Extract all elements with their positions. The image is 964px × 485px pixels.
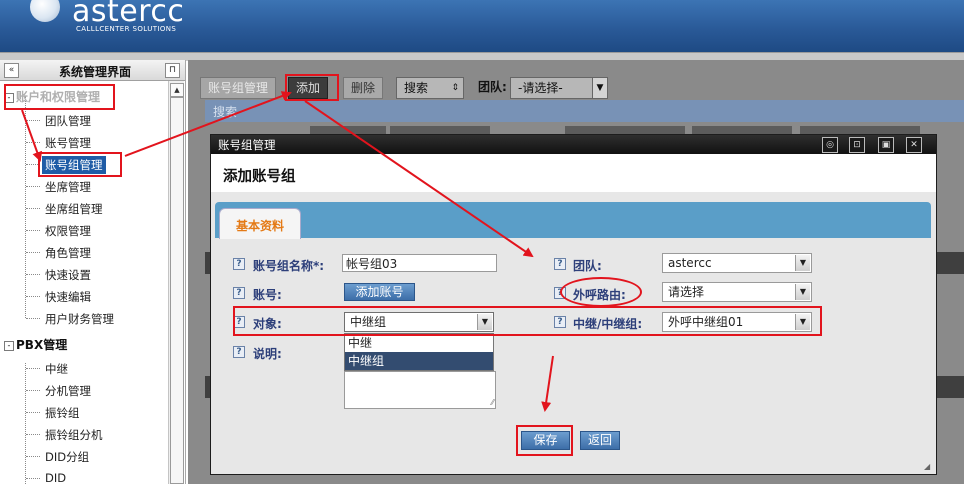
sidebar: « 系统管理界面 ⊓ - 账户和权限管理 团队管理 账号管理 账号组管理 坐席管理… — [0, 60, 186, 485]
sidebar-item-ring-group-extension[interactable]: 振铃组分机 — [45, 427, 103, 443]
account-group-name-label: 账号组名称*: — [253, 259, 325, 273]
trunk-select[interactable]: 外呼中继组01 ▼ — [662, 312, 812, 332]
chevron-down-icon: ▼ — [477, 314, 492, 330]
restore-icon[interactable]: ◎ — [822, 137, 838, 153]
target-label: 对象: — [253, 317, 282, 331]
help-icon[interactable]: ? — [233, 316, 245, 328]
sidebar-header: « 系统管理界面 ⊓ — [0, 60, 185, 81]
target-select[interactable]: 中继组 ▼ — [344, 312, 494, 332]
trunk-select-value: 外呼中继组01 — [668, 315, 744, 329]
sidebar-item-account[interactable]: 账号管理 — [45, 135, 91, 151]
dropdown-option[interactable]: 中继 — [345, 334, 493, 352]
sidebar-scrollbar[interactable]: ▲ — [168, 81, 184, 484]
resize-grip-icon[interactable]: ⁄⁄ — [485, 398, 494, 407]
description-textarea[interactable]: ⁄⁄ — [344, 371, 496, 409]
help-icon[interactable]: ? — [554, 316, 566, 328]
target-select-value: 中继组 — [350, 315, 387, 329]
search-field-select[interactable]: 搜索 ⇕ — [396, 77, 464, 99]
sidebar-item-ring-group[interactable]: 振铃组 — [45, 405, 80, 421]
delete-button[interactable]: 删除 — [343, 77, 384, 99]
trunk-label: 中继/中继组: — [573, 317, 643, 331]
dropdown-option-selected[interactable]: 中继组 — [345, 352, 493, 370]
sidebar-group-pbx[interactable]: - PBX管理 — [4, 336, 67, 353]
minimize-icon[interactable]: ▣ — [878, 137, 894, 153]
sidebar-item-agent[interactable]: 坐席管理 — [45, 179, 91, 195]
sidebar-item-extension[interactable]: 分机管理 — [45, 383, 91, 399]
help-icon[interactable]: ? — [233, 346, 245, 358]
app-header: astercc CALLLCENTER SOLUTIONS — [0, 0, 964, 52]
sidebar-item-user-finance[interactable]: 用户财务管理 — [45, 311, 114, 327]
search-bar-label: 搜索 — [213, 105, 238, 119]
team-select-value: astercc — [668, 256, 712, 270]
scroll-up-icon[interactable]: ▲ — [170, 83, 184, 97]
collapse-sidebar-icon[interactable]: « — [4, 63, 19, 78]
team-select[interactable]: astercc ▼ — [662, 253, 812, 273]
dialog-titlebar[interactable]: 账号组管理 ◎ ⊡ ▣ ✕ — [211, 135, 936, 154]
account-label: 账号: — [253, 288, 282, 302]
sidebar-item-permission[interactable]: 权限管理 — [45, 223, 91, 239]
sidebar-item-agent-group[interactable]: 坐席组管理 — [45, 201, 103, 217]
maximize-icon[interactable]: ⊡ — [849, 137, 865, 153]
sidebar-group-label: 账户和权限管理 — [16, 90, 101, 104]
close-icon[interactable]: ✕ — [906, 137, 922, 153]
search-bar: 搜索 — [205, 100, 964, 122]
sidebar-item-did-group[interactable]: DID分组 — [45, 449, 89, 465]
back-button[interactable]: 返回 — [580, 431, 620, 450]
sidebar-item-role[interactable]: 角色管理 — [45, 245, 91, 261]
account-group-name-input[interactable]: 帐号组03 — [342, 254, 497, 272]
toolbar: 账号组管理 添加 删除 搜索 ⇕ 团队: -请选择- ▼ — [200, 74, 964, 100]
logo-subtitle: CALLLCENTER SOLUTIONS — [76, 25, 177, 33]
search-select-value: 搜索 — [404, 81, 429, 95]
tree-line — [25, 96, 26, 318]
dialog-window-title: 账号组管理 — [218, 138, 276, 152]
tab-account-group[interactable]: 账号组管理 — [200, 77, 277, 99]
save-button[interactable]: 保存 — [521, 431, 570, 450]
dialog-tabbar: 基本资料 — [215, 202, 931, 239]
sidebar-item-account-group[interactable]: 账号组管理 — [42, 156, 106, 174]
chevron-down-icon: ▼ — [795, 284, 810, 300]
dialog-heading: 添加账号组 — [223, 169, 296, 185]
tab-basic-info-label: 基本资料 — [235, 219, 284, 233]
dialog-heading-area: 添加账号组 — [211, 154, 936, 192]
pin-sidebar-icon[interactable]: ⊓ — [165, 63, 180, 78]
sidebar-item-did[interactable]: DID — [45, 471, 66, 485]
target-dropdown-list: 中继 中继组 — [344, 333, 494, 371]
updown-icon: ⇕ — [451, 83, 459, 93]
description-label: 说明: — [253, 347, 282, 361]
team-filter-label: 团队: — [478, 80, 507, 94]
sidebar-item-quick-setup[interactable]: 快速设置 — [45, 267, 91, 283]
help-icon[interactable]: ? — [554, 287, 566, 299]
team-select-value: -请选择- — [518, 81, 563, 95]
chevron-down-icon: ▼ — [795, 255, 810, 271]
scroll-thumb[interactable] — [170, 97, 184, 484]
help-icon[interactable]: ? — [233, 287, 245, 299]
outbound-route-label: 外呼路由: — [573, 288, 626, 302]
tab-basic-info[interactable]: 基本资料 — [219, 208, 301, 239]
chevron-down-icon: ▼ — [592, 77, 608, 99]
route-select-value: 请选择 — [668, 285, 705, 299]
sidebar-item-trunk[interactable]: 中继 — [45, 361, 68, 377]
add-button[interactable]: 添加 — [288, 77, 329, 99]
dialog-resize-icon[interactable]: ◢ — [924, 462, 932, 471]
sidebar-item-quick-edit[interactable]: 快速编辑 — [45, 289, 91, 305]
collapse-toggle-icon[interactable]: - — [4, 93, 14, 103]
outbound-route-select[interactable]: 请选择 ▼ — [662, 282, 812, 302]
sidebar-item-team[interactable]: 团队管理 — [45, 113, 91, 129]
collapse-toggle-icon[interactable]: - — [4, 341, 14, 351]
logo-icon — [30, 0, 60, 22]
team-label: 团队: — [573, 259, 602, 273]
sidebar-title: 系统管理界面 — [58, 65, 131, 79]
help-icon[interactable]: ? — [554, 258, 566, 270]
add-account-group-dialog: 账号组管理 ◎ ⊡ ▣ ✕ 添加账号组 基本资料 — [210, 134, 937, 475]
sidebar-group-label: PBX管理 — [16, 338, 68, 352]
tree-line — [25, 363, 26, 484]
team-filter-select[interactable]: -请选择- ▼ — [510, 77, 608, 99]
add-account-button[interactable]: 添加账号 — [344, 283, 415, 301]
sidebar-group-account[interactable]: - 账户和权限管理 — [4, 88, 100, 105]
chevron-down-icon: ▼ — [795, 314, 810, 330]
help-icon[interactable]: ? — [233, 258, 245, 270]
